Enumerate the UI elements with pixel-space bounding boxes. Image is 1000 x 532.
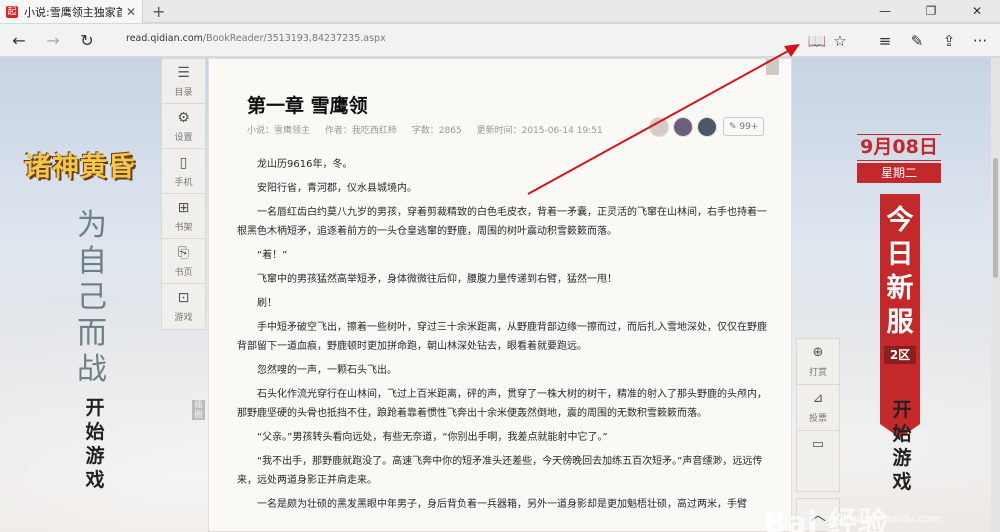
- chapter-reader: 第一章 雪鹰领 小说：雪鹰领主 作者：我吃西红柿 字数：2865 更新时间：20…: [208, 58, 792, 532]
- paragraph: “我不出手，那野鹿就跑没了。高速飞奔中你的短矛准头还差些，今天傍晚回去加练五百次…: [237, 456, 763, 486]
- paragraph: 刷！: [257, 298, 277, 309]
- page-scrollbar[interactable]: [991, 58, 1000, 532]
- avatar[interactable]: [649, 117, 669, 137]
- word-count: 字数：2865: [411, 126, 462, 136]
- tab-title: 小说:雪鹰领主独家首发: [24, 5, 122, 19]
- toolbar-label: 书页: [174, 268, 193, 278]
- restore-button[interactable]: ❐: [908, 0, 954, 23]
- toolbar-item-bookpage[interactable]: ⎘ 书页: [162, 239, 205, 284]
- right-ad-start-game[interactable]: 开始游戏: [884, 398, 920, 494]
- book-page-icon: ⎘: [177, 245, 190, 261]
- paragraph: 石头化作流光穿行在山林间，飞过上百米距离，砰的声，贯穿了一株大树的树干，精准的射…: [237, 389, 767, 419]
- book-name[interactable]: 小说：雪鹰领主: [247, 126, 310, 136]
- left-ad-slogan: 为自己而战: [77, 208, 107, 387]
- web-page: 诸神黄昏 为自己而战 开始游戏 ☰ 目录 ⚙ 设置 ▯ 手机 ⊞ 书架 ⎘ 书页…: [0, 58, 1000, 532]
- right-ad-date[interactable]: 9月08日 星期二: [857, 134, 941, 183]
- bookmark-icon[interactable]: [766, 59, 779, 75]
- toolbar-item-catalog[interactable]: ☰ 目录: [162, 59, 205, 104]
- toolbar-label: 设置: [174, 133, 193, 143]
- chapter-content: 龙山历9616年，冬。 安阳行省，青河郡，仪水县城境内。 一名唇红齿白约莫八九岁…: [237, 155, 767, 519]
- paragraph: 龙山历9616年，冬。: [257, 159, 353, 170]
- toolbar-label: 目录: [174, 88, 193, 98]
- refresh-button[interactable]: ↻: [74, 28, 100, 54]
- scroll-thumb[interactable]: [993, 158, 998, 278]
- game-logo[interactable]: 诸神黄昏: [24, 145, 154, 199]
- comment-icon: ▭: [811, 437, 825, 452]
- toolbar-label: 游戏: [174, 313, 193, 323]
- toolbar-item-settings[interactable]: ⚙ 设置: [162, 104, 205, 149]
- phone-icon: ▯: [179, 155, 188, 171]
- url-host: read.qidian.com: [126, 33, 203, 44]
- paragraph: 忽然嗖的一声，一颗石头飞出。: [257, 365, 397, 376]
- tab-close-icon[interactable]: ✕: [126, 5, 136, 19]
- web-note-icon[interactable]: ✎: [905, 29, 929, 53]
- share-icon[interactable]: ⇪: [937, 29, 961, 53]
- tab-bar: 起 小说:雪鹰领主独家首发 ✕ + — ❐ ✕: [0, 0, 1000, 23]
- address-bar[interactable]: read.qidian.com/BookReader/3513193,84237…: [126, 33, 386, 44]
- banner-slogan: 今日新服: [886, 205, 914, 338]
- server-zone-badge: 2区: [884, 346, 916, 364]
- avatar[interactable]: [673, 117, 693, 137]
- toolbar-item-reward[interactable]: ⊕ 打赏: [797, 339, 839, 385]
- tab-active[interactable]: 起 小说:雪鹰领主独家首发 ✕: [0, 0, 143, 23]
- url-path: /BookReader/3513193,84237235.aspx: [202, 33, 386, 44]
- avatar[interactable]: [697, 117, 717, 137]
- gear-icon: ⚙: [177, 110, 190, 126]
- reader-avatars: ✎ 99+: [649, 117, 765, 137]
- toolbar-item-comment[interactable]: ▭: [797, 431, 839, 491]
- toolbar-item-vote[interactable]: ⊿ 投票: [797, 385, 839, 431]
- site-favicon-icon: 起: [6, 5, 18, 18]
- toolbar-item-mobile[interactable]: ▯ 手机: [162, 149, 205, 194]
- hub-icon[interactable]: ≡: [873, 29, 897, 53]
- vote-icon: ⊿: [812, 391, 824, 406]
- watermark-url: jingyan.baidu.com: [840, 512, 942, 525]
- favorite-star-icon[interactable]: ☆: [828, 29, 852, 53]
- toolbar-label: 打赏: [808, 368, 827, 378]
- ad-date: 9月08日: [857, 134, 941, 161]
- navigation-bar: ← → ↻ read.qidian.com/BookReader/3513193…: [0, 24, 1000, 57]
- paragraph: “着！”: [257, 250, 288, 261]
- paragraph: 安阳行省，青河郡，仪水县城境内。: [257, 183, 417, 194]
- paragraph: 飞窜中的男孩猛然高举短矛，身体微微往后仰，腰腹力量传递到右臂，猛然一甩！: [257, 274, 617, 285]
- toolbar-item-bookshelf[interactable]: ⊞ 书架: [162, 194, 205, 239]
- reading-view-icon[interactable]: 📖: [805, 29, 829, 53]
- paragraph: “父亲。”男孩转头看向远处，有些无奈道，“你别出手啊，我差点就能射中它了。”: [257, 432, 608, 443]
- reader-left-toolbar: ☰ 目录 ⚙ 设置 ▯ 手机 ⊞ 书架 ⎘ 书页 ⊡ 游戏: [161, 58, 206, 330]
- comment-count-button[interactable]: ✎ 99+: [723, 117, 765, 136]
- left-ad-start-game[interactable]: 开始游戏: [77, 396, 113, 492]
- list-icon: ☰: [177, 65, 190, 81]
- paragraph: 手中短矛破空飞出，擦着一些树叶，穿过三十余米距离，从野鹿背部边缘一擦而过，而后扎…: [237, 322, 767, 352]
- chapter-title: 第一章 雪鹰领: [247, 95, 368, 117]
- author-name[interactable]: 作者：我吃西红柿: [325, 126, 397, 136]
- forward-button[interactable]: →: [40, 28, 66, 54]
- toolbar-label: 投票: [808, 414, 827, 424]
- gift-icon: ⊕: [812, 345, 824, 360]
- right-ad-banner[interactable]: 今日新服 2区: [880, 194, 920, 424]
- gamepad-icon: ⊡: [177, 290, 190, 306]
- chapter-meta: 小说：雪鹰领主 作者：我吃西红柿 字数：2865 更新时间：2015-06-14…: [247, 123, 615, 136]
- toolbar-item-games[interactable]: ⊡ 游戏: [162, 284, 205, 329]
- close-window-button[interactable]: ✕: [954, 0, 1000, 23]
- toolbar-label: 书架: [174, 223, 193, 233]
- update-time: 更新时间：2015-06-14 19:51: [476, 126, 603, 136]
- side-tag[interactable]: 插图: [192, 400, 205, 420]
- add-bookshelf-icon: ⊞: [177, 200, 190, 216]
- minimize-button[interactable]: —: [862, 0, 908, 23]
- toolbar-label: 手机: [174, 178, 193, 188]
- ad-weekday: 星期二: [857, 163, 941, 183]
- reader-right-toolbar: ⊕ 打赏 ⊿ 投票 ▭: [796, 338, 840, 492]
- paragraph: 一名是颇为壮硕的黑发黑眼中年男子，身后背负着一兵器箱，另外一道身影却是更加魁梧壮…: [257, 499, 747, 510]
- back-button[interactable]: ←: [6, 28, 32, 54]
- paragraph: 一名唇红齿白约莫八九岁的男孩，穿着剪裁精致的白色毛皮衣，背着一矛囊，正灵活的飞窜…: [237, 207, 767, 237]
- window-controls: — ❐ ✕: [862, 0, 1000, 23]
- more-icon[interactable]: ···: [968, 29, 992, 53]
- new-tab-button[interactable]: +: [152, 2, 165, 21]
